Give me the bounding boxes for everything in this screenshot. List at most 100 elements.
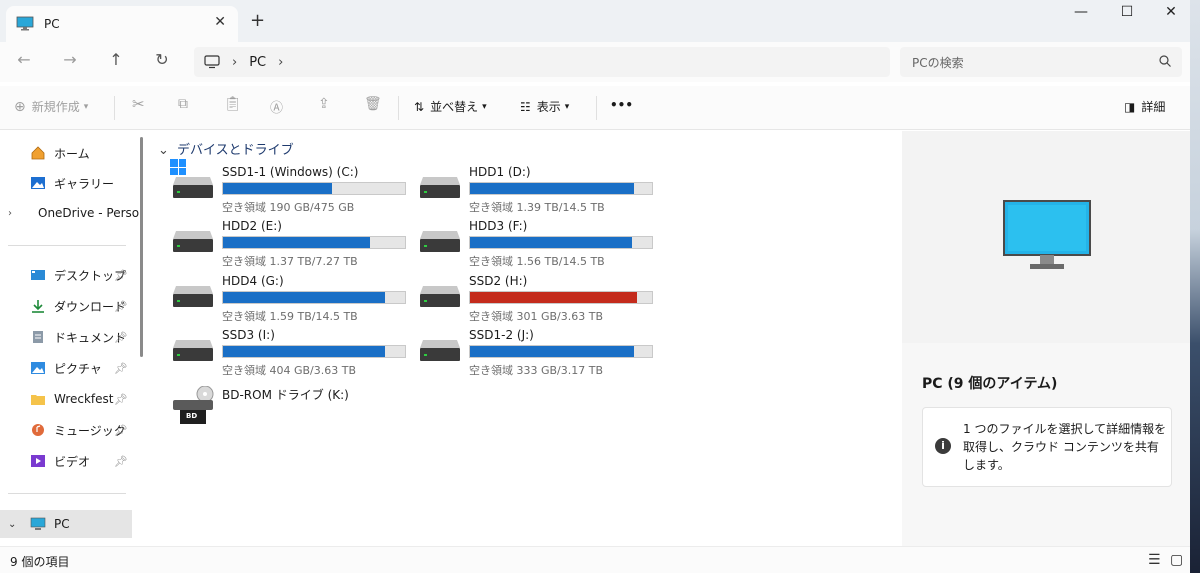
sidebar-item-onedrive[interactable]: › OneDrive - Perso (0, 199, 139, 227)
new-tab-button[interactable]: + (250, 10, 265, 31)
pin-icon[interactable]: 📌︎ (114, 393, 128, 406)
drive-name: HDD2 (E:) (222, 219, 282, 233)
divider (114, 96, 115, 120)
paste-icon[interactable]: 📋︎ (224, 96, 242, 112)
sidebar-item-desktop[interactable]: デスクトップ 📌︎ (0, 261, 132, 289)
sidebar-item-label: ビデオ (54, 454, 91, 469)
details-pane-icon: ◨ (1124, 99, 1136, 114)
pin-icon[interactable]: 📌︎ (114, 331, 128, 344)
sidebar-item-home[interactable]: ホーム (0, 139, 132, 167)
folder-icon (31, 395, 45, 405)
sidebar-item-pc[interactable]: ⌄ PC (0, 510, 132, 538)
capacity-fill (470, 346, 634, 357)
free-space-text: 空き領域 301 GB/3.63 TB (469, 310, 604, 323)
sidebar-scrollbar[interactable] (140, 137, 143, 357)
drive-item[interactable]: BD BD-ROM ドライブ (K:) (172, 386, 412, 438)
forward-button[interactable]: → (58, 50, 82, 69)
sidebar-item-label: ギャラリー (54, 176, 115, 191)
drive-item[interactable]: HDD2 (E:) 空き領域 1.37 TB/7.27 TB (172, 219, 412, 271)
optical-drive-icon (173, 386, 214, 424)
breadcrumb-pc[interactable]: PC (249, 55, 266, 70)
drive-item[interactable]: SSD3 (I:) 空き領域 404 GB/3.63 TB (172, 328, 412, 380)
pin-icon[interactable]: 📌︎ (114, 269, 128, 282)
copy-icon[interactable]: ⧉ (178, 96, 188, 112)
sidebar-item-label: PC (54, 517, 70, 531)
hard-drive-icon (420, 177, 460, 198)
document-icon (33, 331, 43, 343)
capacity-fill (223, 346, 385, 357)
capacity-bar (469, 345, 653, 358)
capacity-fill (470, 292, 638, 303)
search-input[interactable]: PCの検索 (912, 54, 964, 71)
share-icon[interactable]: ⇪ (318, 96, 330, 112)
chevron-down-icon: ▾ (564, 101, 570, 112)
sidebar-item-gallery[interactable]: ギャラリー (0, 169, 132, 197)
more-options-button[interactable]: ••• (610, 98, 633, 112)
delete-icon[interactable]: 🗑︎ (364, 96, 382, 112)
drive-item[interactable]: HDD1 (D:) 空き領域 1.39 TB/14.5 TB (419, 165, 659, 217)
chevron-down-icon: ⌄ (8, 518, 17, 530)
desktop-edge (1190, 0, 1200, 573)
breadcrumb-chevron-icon[interactable]: › (278, 55, 283, 70)
cut-icon[interactable]: ✂ (132, 95, 145, 113)
music-icon (32, 424, 44, 436)
pc-icon (30, 517, 46, 530)
refresh-button[interactable]: ↻ (150, 50, 174, 69)
download-icon (32, 300, 44, 313)
sort-button[interactable]: ⇅ 並べ替え ▾ (414, 98, 487, 115)
free-space-text: 空き領域 1.56 TB/14.5 TB (469, 255, 605, 268)
pin-icon[interactable]: 📌︎ (114, 362, 128, 375)
back-button[interactable]: ← (12, 50, 36, 69)
sidebar-item-documents[interactable]: ドキュメント 📌︎ (0, 323, 132, 351)
details-view-icon[interactable]: ☰ (1148, 552, 1161, 568)
search-icon (1159, 55, 1171, 67)
sidebar-item-music[interactable]: ミュージック 📌︎ (0, 416, 132, 444)
sidebar-item-videos[interactable]: ビデオ 📌︎ (0, 447, 132, 475)
maximize-button[interactable]: ☐ (1104, 4, 1150, 20)
view-button[interactable]: ☷ 表示 ▾ (520, 98, 569, 115)
capacity-fill (223, 237, 371, 248)
tiles-view-icon[interactable]: ▢ (1170, 552, 1183, 568)
group-header[interactable]: ⌄ デバイスとドライブ (158, 139, 294, 158)
details-button[interactable]: ◨ 詳細 (1124, 98, 1165, 115)
capacity-bar (469, 291, 653, 304)
sidebar-item-downloads[interactable]: ダウンロード 📌︎ (0, 292, 132, 320)
drive-name: SSD1-1 (Windows) (C:) (222, 165, 359, 179)
drive-item[interactable]: HDD3 (F:) 空き領域 1.56 TB/14.5 TB (419, 219, 659, 271)
drive-item[interactable]: SSD1-2 (J:) 空き領域 333 GB/3.17 TB (419, 328, 659, 380)
view-icon: ☷ (520, 99, 531, 114)
hard-drive-icon (420, 340, 460, 361)
info-text: 1 つのファイルを選択して詳細情報を取得し、クラウド コンテンツを共有します。 (963, 422, 1167, 472)
sort-icon: ⇅ (414, 99, 425, 114)
close-button[interactable]: ✕ (1148, 4, 1190, 20)
drive-item[interactable]: SSD1-1 (Windows) (C:) 空き領域 190 GB/475 GB (170, 159, 412, 217)
search-box[interactable]: PCの検索 (900, 47, 1182, 77)
sidebar-item-wreckfest[interactable]: Wreckfest 📌︎ (0, 385, 132, 413)
drive-name: HDD1 (D:) (469, 165, 531, 179)
breadcrumb-separator[interactable]: › (232, 55, 237, 70)
drive-item[interactable]: SSD2 (H:) 空き領域 301 GB/3.63 TB (419, 274, 659, 326)
pc-icon (16, 16, 34, 31)
pin-icon[interactable]: 📌︎ (114, 455, 128, 468)
tab-pc[interactable]: PC ✕ (6, 6, 238, 42)
up-button[interactable]: ↑ (104, 50, 128, 69)
new-button[interactable]: ⊕ 新規作成 ▾ (14, 98, 88, 115)
rename-icon[interactable]: Ⓐ (270, 97, 283, 116)
free-space-text: 空き領域 1.59 TB/14.5 TB (222, 310, 358, 323)
drive-name: HDD3 (F:) (469, 219, 528, 233)
free-space-text: 空き領域 190 GB/475 GB (222, 201, 355, 214)
content-area: ⌄ デバイスとドライブ SSD1-1 (Windows) (C:) 空き領域 19… (146, 131, 902, 546)
chevron-right-icon: › (8, 207, 12, 219)
pin-icon[interactable]: 📌︎ (114, 424, 128, 437)
hard-drive-icon (420, 231, 460, 252)
address-bar[interactable]: › PC › (194, 47, 890, 77)
item-count: 9 個の項目 (10, 555, 70, 569)
sidebar-item-pictures[interactable]: ピクチャ 📌︎ (0, 354, 132, 382)
minimize-button[interactable]: — (1058, 4, 1104, 20)
tab-close-icon[interactable]: ✕ (214, 14, 226, 30)
pin-icon[interactable]: 📌︎ (114, 300, 128, 313)
divider (8, 245, 126, 246)
drive-item[interactable]: HDD4 (G:) 空き領域 1.59 TB/14.5 TB (172, 274, 412, 326)
pc-large-icon (1003, 200, 1091, 269)
preview-area (902, 131, 1190, 343)
